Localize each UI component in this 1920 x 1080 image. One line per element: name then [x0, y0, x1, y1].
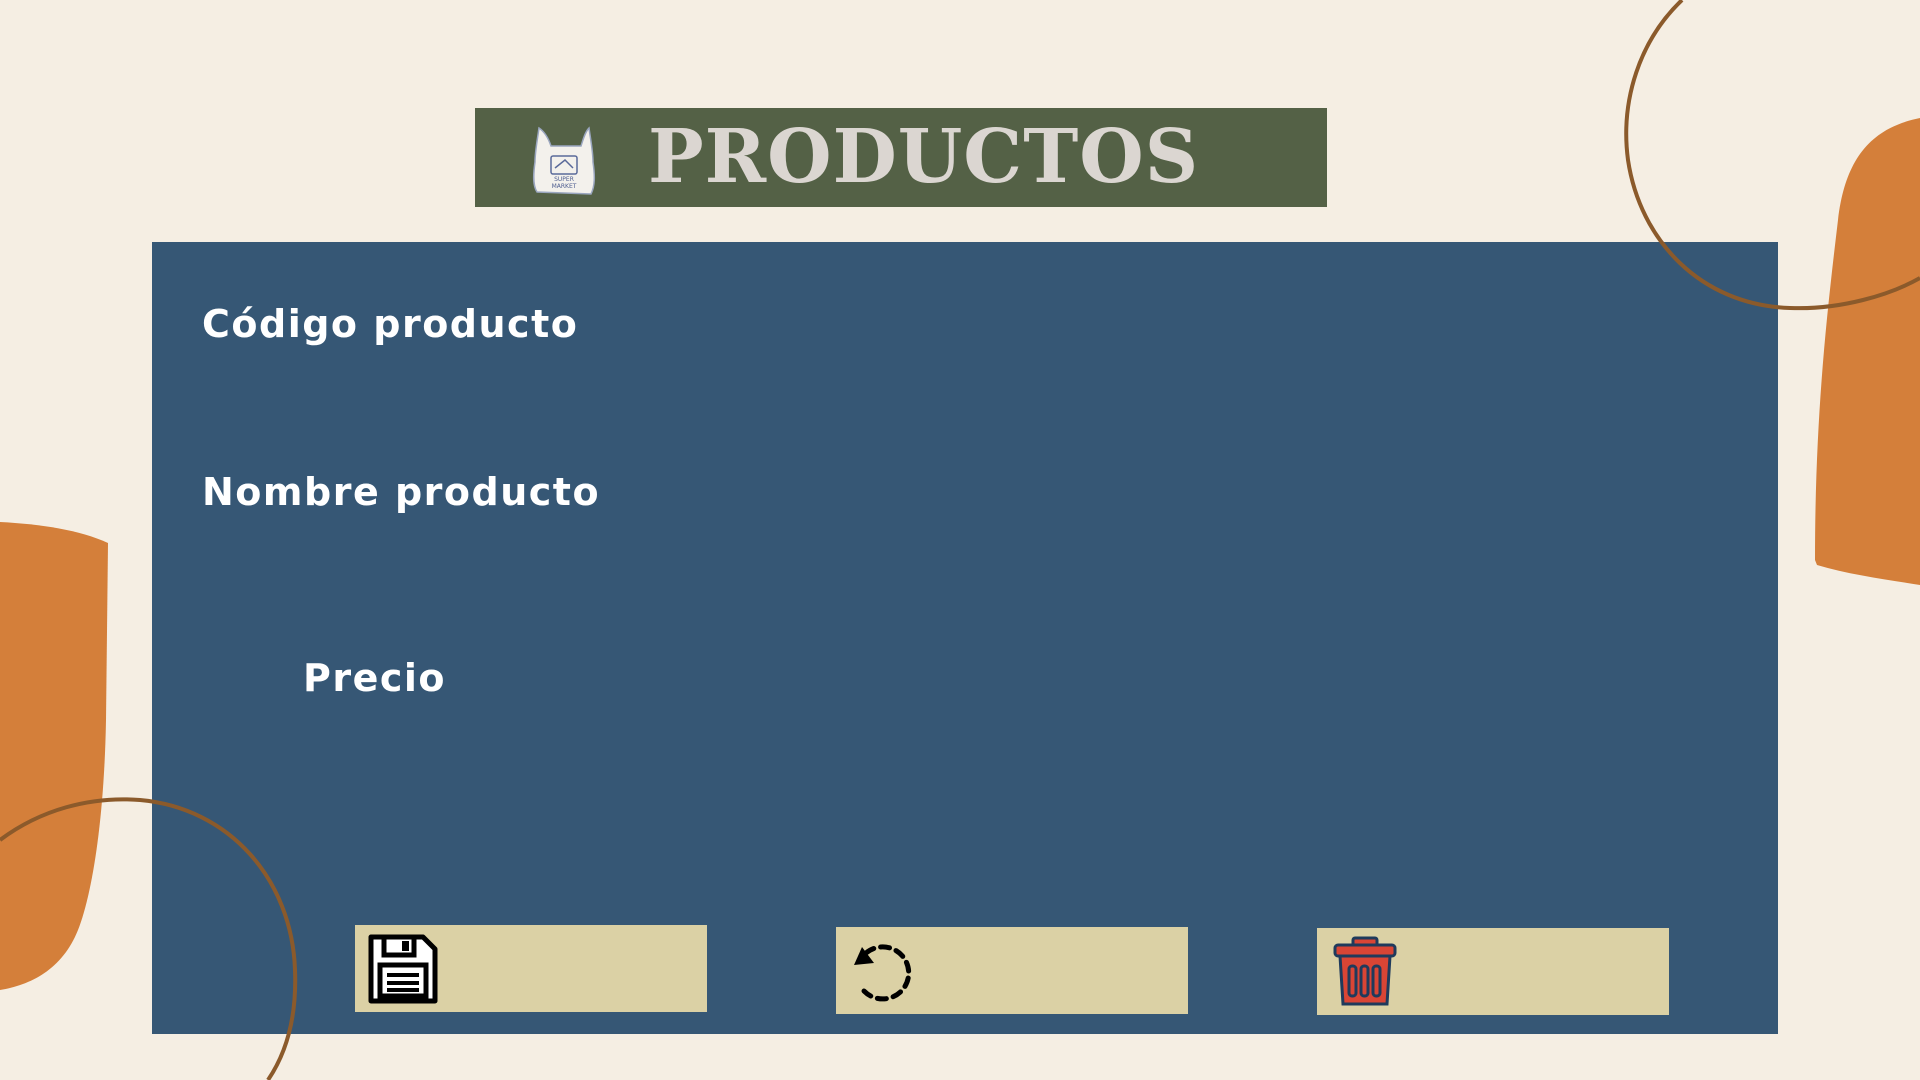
page-header: SUPER MARKET PRODUCTOS: [475, 108, 1327, 207]
left-orange-blob: [0, 522, 108, 990]
product-code-label: Código producto: [202, 302, 579, 346]
delete-button[interactable]: [1317, 928, 1669, 1015]
product-name-label: Nombre producto: [202, 470, 601, 514]
shopping-bag-icon: SUPER MARKET: [532, 126, 596, 195]
refresh-button[interactable]: [836, 927, 1188, 1014]
product-form-panel: Código producto Nombre producto Precio: [152, 242, 1778, 1034]
floppy-disk-icon: [368, 934, 438, 1004]
page-title: PRODUCTOS: [648, 114, 1200, 200]
price-label: Precio: [303, 656, 447, 700]
save-button[interactable]: [355, 925, 707, 1012]
logo-text-super: SUPER: [554, 176, 574, 183]
trash-icon: [1333, 936, 1397, 1006]
right-orange-blob: [1815, 118, 1920, 585]
logo-text-market: MARKET: [552, 183, 577, 190]
refresh-icon: [854, 944, 912, 1002]
